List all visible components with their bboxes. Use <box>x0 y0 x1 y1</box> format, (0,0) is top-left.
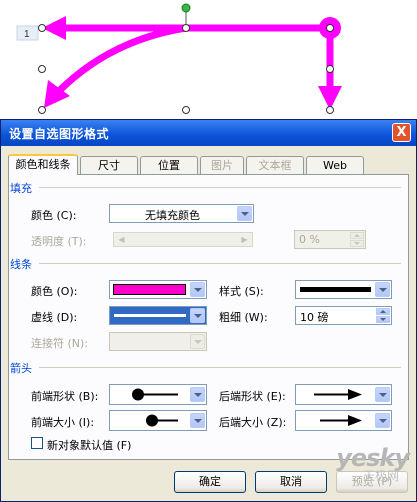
rotation-handle[interactable] <box>181 3 191 13</box>
end-style-label: 后端形状 (E): <box>219 390 286 403</box>
tab-picture[interactable]: 图片 <box>200 156 244 174</box>
cancel-button[interactable]: 取消 <box>255 471 327 493</box>
round-arrow-icon <box>132 388 178 401</box>
chevron-down-icon[interactable] <box>375 282 390 297</box>
line-color-label: 颜色 (O): <box>31 285 78 298</box>
tab-size[interactable]: 尺寸 <box>80 156 138 174</box>
connector-label: 连接符 (N): <box>31 337 89 350</box>
default-for-new-objects-label: 新对象默认值 (F) <box>47 439 132 452</box>
begin-size-label: 前端大小 (I): <box>31 416 95 429</box>
fill-color-select[interactable]: 无填充颜色 <box>109 204 254 223</box>
selection-handle <box>326 106 334 114</box>
begin-style-label: 前端形状 (B): <box>31 390 99 403</box>
triangle-arrow-icon <box>320 415 362 426</box>
section-arrows: 箭头 <box>10 362 32 375</box>
section-fill: 填充 <box>10 182 32 195</box>
chevron-down-icon[interactable] <box>375 387 390 402</box>
tab-textbox[interactable]: 文本框 <box>246 156 304 174</box>
line-style-select[interactable] <box>295 280 392 299</box>
selection-handle <box>182 24 190 32</box>
dialog-title: 设置自选图形格式 <box>9 127 110 141</box>
transparency-slider[interactable]: ◀ ▶ <box>113 232 253 247</box>
end-style-select[interactable] <box>295 384 392 405</box>
tab-position[interactable]: 位置 <box>140 156 198 174</box>
chevron-down-icon[interactable] <box>190 334 205 349</box>
dialog-titlebar[interactable]: 设置自选图形格式 X <box>1 120 416 146</box>
chevron-down-icon[interactable] <box>190 308 205 323</box>
slider-left-arrow-icon: ◀ <box>118 235 125 244</box>
chevron-down-icon[interactable] <box>237 206 252 221</box>
section-line: 线条 <box>10 258 32 271</box>
end-size-label: 后端大小 (Z): <box>219 416 287 429</box>
fill-color-label: 颜色 (C): <box>31 209 77 222</box>
tab-colors-lines[interactable]: 颜色和线条 <box>8 154 78 175</box>
curved-arrow-shaft <box>55 24 187 95</box>
line-color-swatch <box>113 284 186 295</box>
selection-handle <box>38 24 46 32</box>
transparency-spinner[interactable] <box>350 232 364 247</box>
selection-handle <box>182 106 190 114</box>
drawing-canvas[interactable]: 1 <box>0 0 417 118</box>
transparency-value: 0 % <box>299 233 320 246</box>
begin-style-select[interactable] <box>109 384 207 405</box>
chevron-down-icon[interactable] <box>190 413 205 428</box>
thick-line-sample <box>300 287 371 292</box>
line-color-select[interactable] <box>109 280 207 299</box>
dash-label: 虚线 (D): <box>31 311 78 324</box>
watermark-site: 天极网 <box>362 469 399 483</box>
selection-handle <box>38 106 46 114</box>
close-icon[interactable]: X <box>392 123 411 142</box>
chevron-down-icon[interactable] <box>375 413 390 428</box>
end-size-select[interactable] <box>295 410 392 431</box>
weight-label: 粗细 (W): <box>219 311 268 324</box>
slider-right-arrow-icon: ▶ <box>241 235 248 244</box>
fill-color-value: 无填充颜色 <box>145 209 200 222</box>
dash-select[interactable] <box>109 306 207 325</box>
weight-spinner[interactable] <box>376 308 390 323</box>
selection-handle <box>326 65 334 73</box>
tab-web[interactable]: Web <box>306 156 364 174</box>
selection-handle <box>326 24 334 32</box>
ok-button[interactable]: 确定 <box>174 471 246 493</box>
round-arrow-icon <box>146 414 178 427</box>
arrow-shapes[interactable]: 1 <box>0 0 417 118</box>
chevron-down-icon[interactable] <box>190 387 205 402</box>
line-style-label: 样式 (S): <box>219 285 264 298</box>
weight-value: 10 磅 <box>300 311 329 324</box>
transparency-field[interactable]: 0 % <box>294 230 366 249</box>
dash-line-sample <box>114 314 186 317</box>
triangle-arrow-icon <box>314 389 362 400</box>
chevron-down-icon[interactable] <box>190 282 205 297</box>
default-for-new-objects-checkbox[interactable] <box>31 437 43 449</box>
begin-size-select[interactable] <box>109 410 207 431</box>
weight-field[interactable]: 10 磅 <box>295 306 392 325</box>
transparency-label: 透明度 (T): <box>31 235 87 248</box>
connector-select[interactable] <box>109 332 207 351</box>
row-label: 1 <box>24 29 30 40</box>
selection-handle <box>38 65 46 73</box>
